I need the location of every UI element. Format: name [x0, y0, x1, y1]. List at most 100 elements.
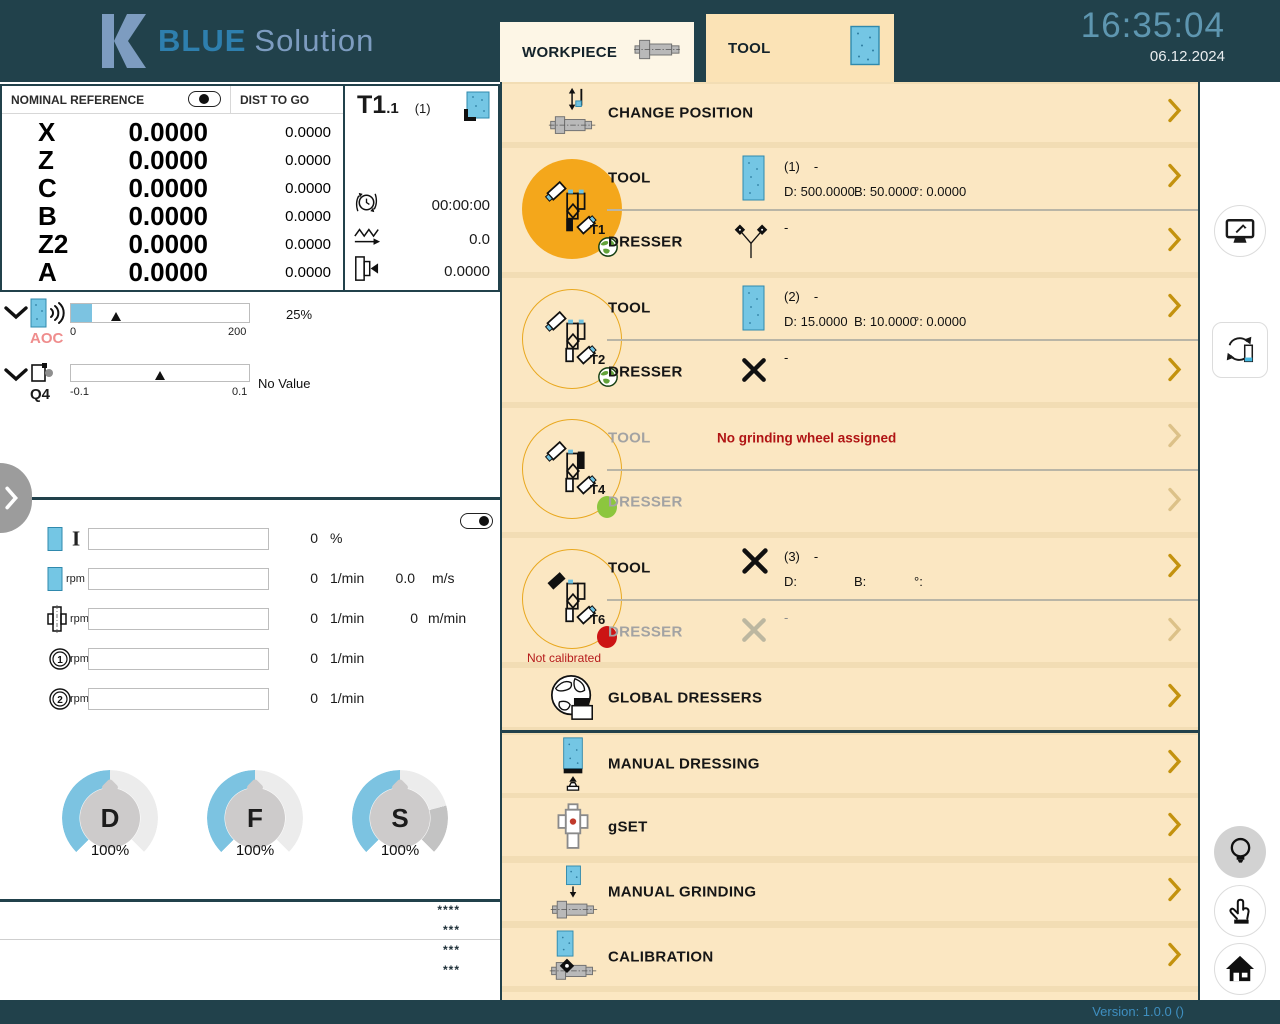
home-button[interactable] [1214, 943, 1266, 995]
wheel-speed-value2: 0.0 [385, 570, 415, 586]
menu-manual-grinding[interactable]: MANUAL GRINDING [502, 863, 1198, 921]
dresser-row-label: DRESSER [608, 493, 683, 510]
current-unit: % [330, 530, 342, 546]
chevron-right-icon [1168, 943, 1182, 972]
chevron-right-icon [1168, 294, 1182, 323]
dresser-name: - [784, 610, 788, 625]
date-display: 06.12.2024 [1081, 48, 1225, 65]
menu-dresser-t2[interactable]: DRESSER - [502, 341, 1198, 402]
spindle1-speed-row: 1 rpm 0 1/min [0, 646, 500, 672]
workpiece-speed-input[interactable] [88, 608, 269, 630]
tab-workpiece[interactable]: WORKPIECE [500, 22, 694, 82]
menu-tool-t2[interactable]: TOOL (2)- D: 15.0000 B: 10.0000 °: 0.000… [502, 278, 1198, 338]
rpm-symbol: rpm [70, 653, 89, 665]
dist-to-go-header: DIST TO GO [240, 93, 309, 107]
logo-word-blue: BLUE [158, 23, 246, 58]
chevron-down-icon[interactable] [4, 368, 28, 387]
grinding-wheel-icon [464, 91, 490, 126]
dresser-row-label: DRESSER [608, 363, 683, 380]
gauge-letter: F [225, 788, 285, 848]
chevron-right-icon [1168, 164, 1182, 193]
aoc-slider[interactable] [70, 303, 250, 323]
dist-row: 0.0000 [230, 258, 343, 286]
tool-index: (3) [784, 549, 800, 564]
tool-row-label: TOOL [608, 430, 651, 447]
menu-tool-t6[interactable]: TOOL (3)- D: B: °: [502, 538, 1198, 598]
manual-mode-button[interactable] [1214, 885, 1266, 937]
wheel-speed-value: 0 [288, 570, 318, 586]
chevron-right-icon [1168, 683, 1182, 712]
current-input[interactable] [88, 528, 269, 550]
version-label: Version: 1.0.0 () [1092, 1004, 1184, 1019]
dist-row: 0.0000 [230, 118, 343, 146]
wear-icon [353, 227, 381, 252]
tool-change-button[interactable] [1212, 322, 1268, 378]
chevron-right-icon [1168, 357, 1182, 386]
chevron-right-icon [1168, 99, 1182, 128]
dresser-name: - [784, 220, 788, 235]
grinding-wheel-sound-icon [30, 298, 66, 333]
tool-diameter: D: 500.0000 [784, 184, 855, 199]
current-symbol: I [72, 527, 80, 552]
grinding-wheel-icon [47, 527, 63, 552]
flyout-handle[interactable] [0, 463, 32, 533]
brand-logo: BLUESolution [102, 14, 374, 68]
chevron-right-icon [1168, 750, 1182, 779]
wheel-width-icon [353, 254, 379, 289]
chevron-down-icon[interactable] [4, 306, 28, 325]
dist-row: 0.0000 [230, 230, 343, 258]
menu-change-position[interactable]: CHANGE POSITION [502, 84, 1198, 142]
tool-width: B: 50.0000 [854, 184, 917, 199]
menu-section-divider [502, 730, 1198, 733]
menu-tool-t1[interactable]: TOOL (1)- D: 500.0000 B: 50.0000 °: 0.00… [502, 148, 1198, 208]
rpm-symbol: rpm [66, 573, 85, 585]
spindle2-speed-unit: 1/min [330, 690, 364, 706]
menu-calibration[interactable]: CALIBRATION [502, 928, 1198, 986]
gset-probe-icon [540, 798, 606, 856]
dist-row: 0.0000 [230, 146, 343, 174]
tool-menu: CHANGE POSITION [500, 82, 1200, 1000]
cycle-time-row: 00:00:00 [353, 190, 490, 220]
svg-text:1: 1 [57, 655, 63, 666]
chevron-right-icon [1168, 554, 1182, 583]
sidebar [1200, 82, 1280, 1000]
active-tool-panel: T1.1 (1) [347, 86, 500, 290]
axis-position-box: NOMINAL REFERENCE X0.0000 Z0.0000 C0.000… [0, 84, 500, 292]
chevron-right-icon [4, 486, 20, 510]
workpiece-speed-row: rpm 0 1/min 0 m/min [0, 606, 500, 632]
tool-angle: °: [914, 574, 923, 589]
aoc-max: 200 [228, 326, 246, 338]
menu-manual-dressing[interactable]: MANUAL DRESSING [502, 735, 1198, 793]
tool-row-label: TOOL [608, 170, 651, 187]
q4-slider[interactable] [70, 364, 250, 382]
menu-dresser-t1[interactable]: DRESSER - [502, 211, 1198, 272]
hand-icon [1227, 896, 1254, 927]
menu-gset[interactable]: gSET [502, 798, 1198, 856]
tool-group-t2: T2 TOOL (2)- D: 15.0000 B: 10.0000 °: 0.… [502, 278, 1198, 402]
light-button[interactable] [1214, 826, 1266, 878]
q4-marker-icon [155, 371, 165, 380]
dist-row: 0.0000 [230, 174, 343, 202]
workpiece-speed-value: 0 [288, 610, 318, 626]
program-divider-light [0, 939, 500, 940]
spindle1-speed-input[interactable] [88, 648, 269, 670]
chevron-right-icon [1168, 617, 1182, 646]
wheel-speed-input[interactable] [88, 568, 269, 590]
tab-tool-label: TOOL [728, 40, 771, 57]
tool-diameter: D: 15.0000 [784, 314, 848, 329]
tool-group-t1: T1 TOOL (1)- D: 500.0000 B: 50.0000 °: 0… [502, 148, 1198, 272]
lightbulb-icon [1228, 837, 1253, 868]
screen-edit-button[interactable] [1214, 205, 1266, 257]
panel-divider [0, 497, 500, 500]
menu-global-dressers[interactable]: GLOBAL DRESSERS [502, 668, 1198, 727]
menu-label: CHANGE POSITION [608, 105, 753, 122]
spindle2-speed-input[interactable] [88, 688, 269, 710]
wear-row: 0.0 [353, 224, 490, 254]
change-position-icon [540, 84, 606, 142]
program-line: *** [443, 963, 460, 977]
tab-workpiece-label: WORKPIECE [522, 44, 617, 61]
program-line: *** [443, 923, 460, 937]
tool-index: (2) [784, 289, 800, 304]
nominal-reference-toggle[interactable] [188, 91, 221, 107]
tab-tool[interactable]: TOOL [706, 14, 894, 82]
